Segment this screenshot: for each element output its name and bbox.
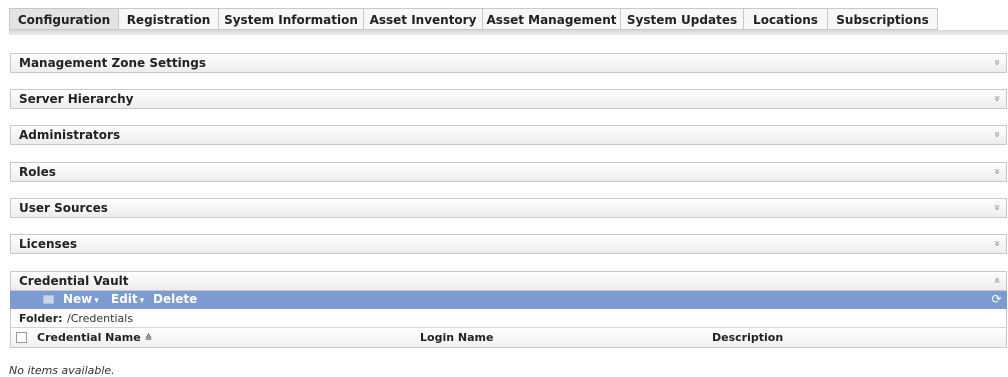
section-title: Administrators bbox=[19, 128, 121, 142]
expand-chevron-icon[interactable]: » bbox=[991, 204, 1004, 211]
expand-chevron-icon[interactable]: » bbox=[991, 240, 1004, 247]
new-menu-button[interactable]: New ▾ bbox=[63, 292, 99, 306]
expand-chevron-icon[interactable]: » bbox=[991, 131, 1004, 138]
expand-chevron-icon[interactable]: » bbox=[991, 59, 1004, 66]
tab-registration[interactable]: Registration bbox=[119, 8, 219, 30]
dropdown-caret-icon: ▾ bbox=[139, 296, 145, 306]
section-title: Management Zone Settings bbox=[19, 56, 206, 70]
section-management-zone-settings[interactable]: Management Zone Settings » bbox=[10, 53, 1007, 73]
section-title: Licenses bbox=[19, 237, 77, 251]
section-licenses[interactable]: Licenses » bbox=[10, 234, 1007, 254]
table-header: Credential Name ≙ Login Name Description bbox=[10, 328, 1007, 348]
tab-asset-management[interactable]: Asset Management bbox=[483, 8, 621, 30]
section-title: Roles bbox=[19, 165, 56, 179]
delete-button[interactable]: Delete bbox=[153, 292, 197, 306]
folder-path-row: Folder: /Credentials bbox=[10, 309, 1007, 328]
folder-label: Folder: bbox=[19, 312, 63, 325]
edit-menu-button[interactable]: Edit ▾ bbox=[111, 292, 144, 306]
folder-icon bbox=[43, 295, 54, 304]
new-label: New bbox=[63, 292, 93, 306]
tab-asset-inventory[interactable]: Asset Inventory bbox=[364, 8, 483, 30]
dropdown-caret-icon: ▾ bbox=[94, 296, 99, 306]
column-label: Credential Name bbox=[37, 331, 141, 344]
section-title: User Sources bbox=[19, 201, 108, 215]
empty-table-message: No items available. bbox=[9, 364, 115, 377]
tab-system-updates[interactable]: System Updates bbox=[621, 8, 744, 30]
section-title: Credential Vault bbox=[19, 274, 129, 288]
tab-subscriptions[interactable]: Subscriptions bbox=[828, 8, 938, 30]
column-login-name[interactable]: Login Name bbox=[420, 331, 493, 344]
section-server-hierarchy[interactable]: Server Hierarchy » bbox=[10, 89, 1007, 109]
credential-toolbar: New ▾ Edit ▾ Delete ⟳ bbox=[10, 291, 1007, 309]
section-user-sources[interactable]: User Sources » bbox=[10, 198, 1007, 218]
tab-configuration[interactable]: Configuration bbox=[9, 8, 119, 30]
tab-bar: Configuration Registration System Inform… bbox=[9, 8, 938, 31]
folder-path[interactable]: /Credentials bbox=[67, 312, 133, 325]
section-title: Server Hierarchy bbox=[19, 92, 134, 106]
column-credential-name[interactable]: Credential Name ≙ bbox=[37, 331, 152, 344]
tab-underline bbox=[9, 30, 1008, 35]
section-roles[interactable]: Roles » bbox=[10, 162, 1007, 182]
expand-chevron-icon[interactable]: » bbox=[991, 168, 1004, 175]
select-all-checkbox[interactable] bbox=[16, 332, 27, 343]
column-description[interactable]: Description bbox=[712, 331, 783, 344]
sort-ascending-icon: ≙ bbox=[144, 334, 153, 344]
collapse-chevron-icon[interactable]: « bbox=[991, 277, 1004, 284]
edit-label: Edit bbox=[111, 292, 138, 306]
section-credential-vault[interactable]: Credential Vault « bbox=[10, 271, 1007, 291]
tab-system-information[interactable]: System Information bbox=[219, 8, 364, 30]
refresh-icon[interactable]: ⟳ bbox=[990, 292, 1003, 306]
tab-locations[interactable]: Locations bbox=[744, 8, 828, 30]
expand-chevron-icon[interactable]: » bbox=[991, 95, 1004, 102]
section-administrators[interactable]: Administrators » bbox=[10, 125, 1007, 145]
